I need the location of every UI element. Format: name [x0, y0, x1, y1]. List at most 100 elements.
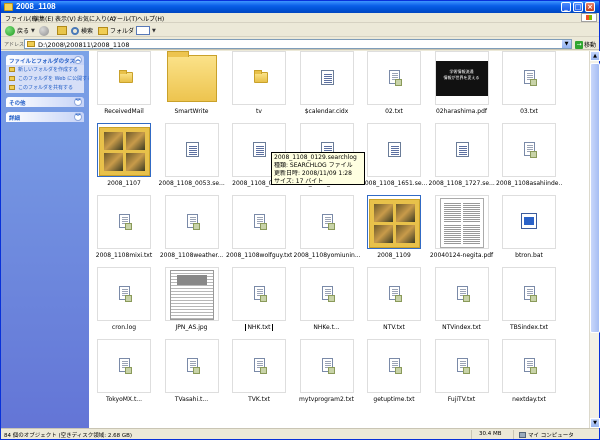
- file-thumbnail: [97, 339, 151, 393]
- file-item[interactable]: 20040124-negita.pdf: [429, 195, 495, 263]
- text-file-icon: [321, 214, 335, 230]
- file-name-text: mytvprogram2.txt: [299, 396, 354, 403]
- folder-icon: [254, 70, 268, 83]
- details-header[interactable]: 詳細 ︾: [6, 112, 84, 122]
- chevron-down-icon[interactable]: ︾: [74, 98, 82, 106]
- scroll-thumb[interactable]: [590, 63, 600, 333]
- menu-favorites[interactable]: お気に入り(A): [77, 14, 116, 23]
- file-item[interactable]: 2008_1108_0053.se...: [159, 123, 225, 191]
- file-view[interactable]: ReceivedMail SmartWrite tv $calendar.cidx 02…: [89, 51, 589, 428]
- vertical-scrollbar[interactable]: ▲ ▼: [589, 51, 600, 428]
- back-button[interactable]: 戻る ▼: [5, 25, 35, 36]
- chevron-down-icon[interactable]: ▼: [562, 40, 571, 48]
- go-button[interactable]: → 移動: [575, 40, 596, 49]
- menu-view[interactable]: 表示(V): [55, 14, 76, 23]
- file-thumbnail: 学術情報流通 情報が世界を変える: [434, 51, 489, 105]
- file-item[interactable]: SmartWrite: [159, 51, 225, 119]
- menu-edit[interactable]: 編集(E): [33, 14, 53, 23]
- file-item[interactable]: TBSindex.txt: [496, 267, 562, 335]
- task-publish-web[interactable]: このフォルダを Web に公開する: [6, 75, 92, 83]
- file-item[interactable]: cron.log: [91, 267, 157, 335]
- file-item[interactable]: NTVindex.txt: [429, 267, 495, 335]
- file-item[interactable]: ReceivedMail: [91, 51, 157, 119]
- file-item[interactable]: FujiTV.txt: [429, 339, 495, 407]
- file-item[interactable]: NHKe.t...: [294, 267, 360, 335]
- file-name-text: 2008_1108weather...: [159, 252, 224, 259]
- address-input[interactable]: D:\2008\200811\2008_1108 ▼: [24, 39, 572, 49]
- forward-button[interactable]: [39, 25, 49, 36]
- file-item[interactable]: 2008_1108_1727.se...: [429, 123, 495, 191]
- file-item[interactable]: NHK.txt: [226, 267, 292, 335]
- details-title: 詳細: [9, 116, 21, 122]
- file-info-tooltip: 2008_1108_0129.searchlog 種類: SEARCHLOG フ…: [271, 152, 365, 185]
- chevron-down-icon[interactable]: ︾: [74, 113, 82, 121]
- file-item[interactable]: mytvprogram2.txt: [294, 339, 360, 407]
- file-name-text[interactable]: NHK.txt: [245, 324, 273, 331]
- back-arrow-icon: [5, 25, 15, 36]
- file-name: TBSindex.txt: [496, 324, 562, 331]
- file-name: 20040124-negita.pdf: [429, 252, 495, 259]
- file-tasks-header[interactable]: ファイルとフォルダのタスク ︽: [6, 55, 84, 65]
- maximize-button[interactable]: □: [573, 2, 583, 12]
- file-item[interactable]: getuptime.txt: [361, 339, 427, 407]
- photo-folder-icon: [99, 127, 150, 176]
- new-folder-icon: [9, 67, 15, 72]
- file-item[interactable]: 02.txt: [361, 51, 427, 119]
- status-object-count: 84 個のオブジェクト (空きディスク領域: 2.68 GB): [4, 433, 133, 439]
- file-item[interactable]: 03.txt: [496, 51, 562, 119]
- file-item[interactable]: 2008_1108yomiunin...: [294, 195, 360, 263]
- file-item[interactable]: TokyoMX.t...: [91, 339, 157, 407]
- search-button[interactable]: 検索: [71, 25, 93, 36]
- up-folder-button[interactable]: [57, 25, 67, 36]
- file-name: 2008_1108yomiunin...: [294, 252, 360, 259]
- scroll-down-button[interactable]: ▼: [590, 418, 600, 428]
- file-item[interactable]: 2008_1107: [91, 123, 157, 191]
- file-item[interactable]: $calendar.cidx: [294, 51, 360, 119]
- globe-icon: [9, 76, 15, 81]
- file-item[interactable]: TVK.txt: [226, 339, 292, 407]
- file-item[interactable]: 2008_1109: [361, 195, 427, 263]
- file-name-text: TokyoMX.t...: [105, 396, 143, 403]
- file-name-text: 2008_1108_1727.se...: [428, 180, 495, 187]
- text-file-icon: [254, 286, 267, 302]
- task-share-folder[interactable]: このフォルダを共有する: [6, 84, 84, 92]
- text-file-icon: [524, 70, 537, 86]
- close-button[interactable]: ×: [585, 2, 595, 12]
- menu-tools[interactable]: ツール(T): [111, 14, 137, 23]
- file-thumbnail: [502, 267, 556, 321]
- minimize-button[interactable]: _: [561, 2, 571, 12]
- file-item[interactable]: 2008_1108_1651.se...: [361, 123, 427, 191]
- file-thumbnail: [367, 267, 421, 321]
- file-item[interactable]: 2008_1108asahiinde...: [496, 123, 562, 191]
- file-thumbnail: [164, 267, 219, 321]
- file-item[interactable]: 2008_1108weather...: [159, 195, 225, 263]
- file-item[interactable]: btron.bat: [496, 195, 562, 263]
- folders-label: フォルダ: [110, 28, 135, 35]
- scroll-up-button[interactable]: ▲: [590, 51, 600, 61]
- text-file-icon: [186, 214, 200, 230]
- other-places-header[interactable]: その他 ︾: [6, 97, 84, 107]
- file-item[interactable]: JPN_AS.jpg: [159, 267, 225, 335]
- chevron-down-icon[interactable]: ▼: [31, 28, 35, 34]
- file-name-text: tv: [256, 108, 262, 115]
- photo-preview: [374, 204, 393, 222]
- file-thumbnail: [367, 339, 421, 393]
- file-item[interactable]: TVasahi.t...: [159, 339, 225, 407]
- file-item[interactable]: 2008_1108wolfguy.txt: [226, 195, 292, 263]
- folders-button[interactable]: フォルダ: [98, 25, 134, 36]
- file-name-text: TVasahi.t...: [174, 396, 209, 403]
- forward-arrow-icon: [39, 25, 49, 36]
- menu-help[interactable]: ヘルプ(H): [137, 14, 164, 23]
- file-name: getuptime.txt: [361, 396, 427, 403]
- file-item[interactable]: 2008_1108mixi.txt: [91, 195, 157, 263]
- task-new-folder[interactable]: 新しいフォルダを作成する: [6, 66, 84, 74]
- file-item[interactable]: 学術情報流通 情報が世界を変える 02harashima.pdf: [429, 51, 495, 119]
- photo-folder-icon: [369, 199, 420, 248]
- file-item[interactable]: tv: [226, 51, 292, 119]
- chevron-up-icon[interactable]: ︽: [74, 56, 82, 64]
- file-item[interactable]: NTV.txt: [361, 267, 427, 335]
- views-button[interactable]: ▼: [136, 25, 156, 36]
- file-item[interactable]: nextday.txt: [496, 339, 562, 407]
- file-name-text: 03.txt: [520, 108, 538, 115]
- title-bar[interactable]: 2008_1108 _ □ ×: [1, 1, 599, 13]
